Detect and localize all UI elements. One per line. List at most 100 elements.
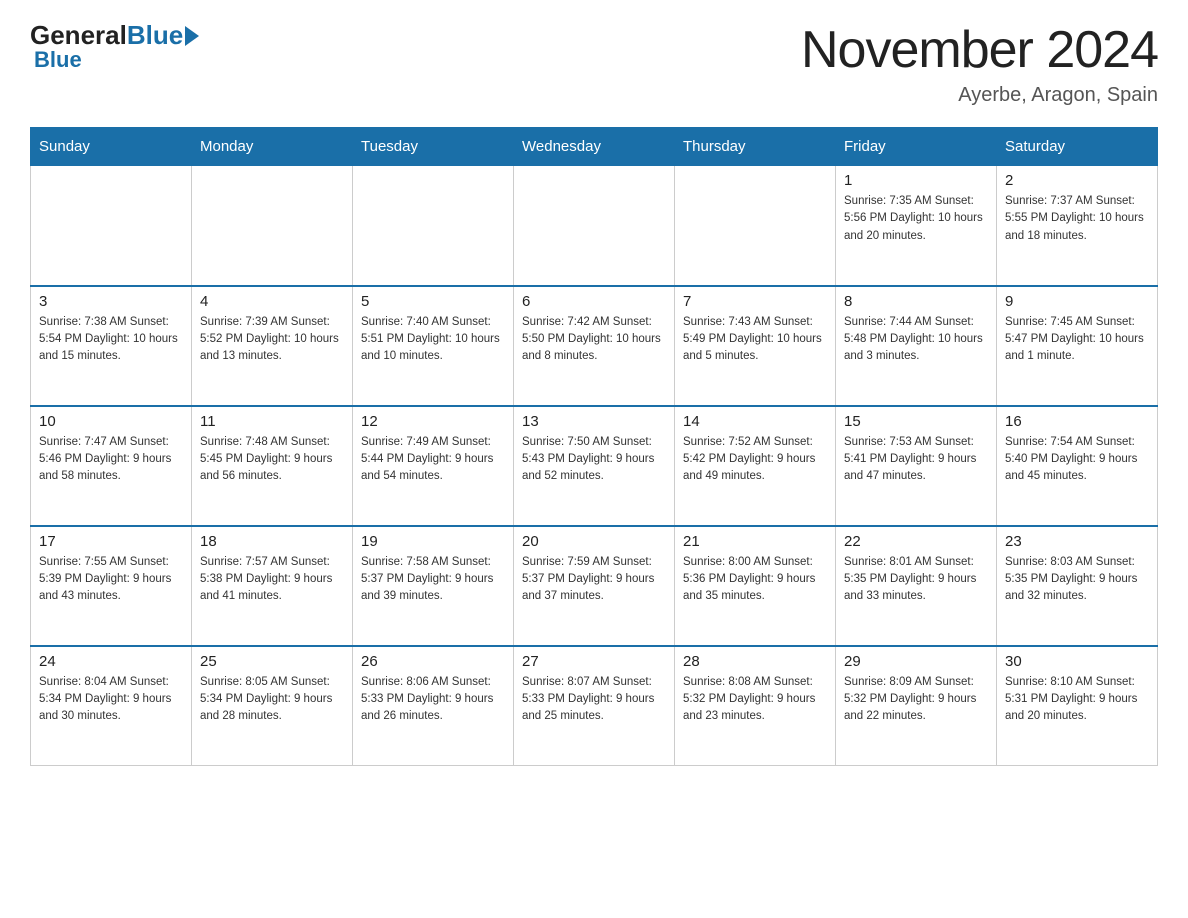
day-number: 3 (39, 293, 183, 310)
day-cell: 19 Sunrise: 7:58 AM Sunset: 5:37 PM Dayli… (353, 526, 514, 646)
day-cell: 15 Sunrise: 7:53 AM Sunset: 5:41 PM Dayli… (836, 406, 997, 526)
day-cell: 8Sunrise: 7:44 AM Sunset: 5:48 PM Daylig… (836, 286, 997, 406)
day-info: Sunrise: 8:00 AM Sunset: 5:36 PM Dayligh… (683, 554, 827, 606)
day-info: Sunrise: 7:53 AM Sunset: 5:41 PM Dayligh… (844, 434, 988, 486)
header-day-saturday: Saturday (997, 128, 1158, 166)
day-cell: 30Sunrise: 8:10 AM Sunset: 5:31 PM Dayli… (997, 646, 1158, 766)
day-info: Sunrise: 8:01 AM Sunset: 5:35 PM Dayligh… (844, 554, 988, 606)
day-info: Sunrise: 7:42 AM Sunset: 5:50 PM Dayligh… (522, 314, 666, 366)
day-info: Sunrise: 8:06 AM Sunset: 5:33 PM Dayligh… (361, 674, 505, 726)
header-day-tuesday: Tuesday (353, 128, 514, 166)
day-info: Sunrise: 8:10 AM Sunset: 5:31 PM Dayligh… (1005, 674, 1149, 726)
day-info: Sunrise: 8:07 AM Sunset: 5:33 PM Dayligh… (522, 674, 666, 726)
day-number: 26 (361, 653, 505, 670)
day-cell: 1 Sunrise: 7:35 AM Sunset: 5:56 PM Daylig… (836, 166, 997, 286)
day-info: Sunrise: 8:08 AM Sunset: 5:32 PM Dayligh… (683, 674, 827, 726)
title-block: November 2024 Ayerbe, Aragon, Spain (801, 20, 1158, 107)
day-info: Sunrise: 7:47 AM Sunset: 5:46 PM Dayligh… (39, 434, 183, 486)
header-day-monday: Monday (192, 128, 353, 166)
logo-arrow-icon (185, 26, 199, 46)
day-cell: 22 Sunrise: 8:01 AM Sunset: 5:35 PM Dayli… (836, 526, 997, 646)
day-info: Sunrise: 7:44 AM Sunset: 5:48 PM Dayligh… (844, 314, 988, 366)
week-row-3: 10 Sunrise: 7:47 AM Sunset: 5:46 PM Dayli… (31, 406, 1158, 526)
day-number: 7 (683, 293, 827, 310)
header-day-friday: Friday (836, 128, 997, 166)
week-row-4: 17 Sunrise: 7:55 AM Sunset: 5:39 PM Dayli… (31, 526, 1158, 646)
day-info: Sunrise: 7:37 AM Sunset: 5:55 PM Dayligh… (1005, 193, 1149, 245)
day-info: Sunrise: 7:55 AM Sunset: 5:39 PM Dayligh… (39, 554, 183, 606)
week-row-2: 3 Sunrise: 7:38 AM Sunset: 5:54 PM Daylig… (31, 286, 1158, 406)
day-cell: 26 Sunrise: 8:06 AM Sunset: 5:33 PM Dayli… (353, 646, 514, 766)
day-cell: 21Sunrise: 8:00 AM Sunset: 5:36 PM Dayli… (675, 526, 836, 646)
day-number: 2 (1005, 172, 1149, 189)
day-cell: 5Sunrise: 7:40 AM Sunset: 5:51 PM Daylig… (353, 286, 514, 406)
day-cell: 29Sunrise: 8:09 AM Sunset: 5:32 PM Dayli… (836, 646, 997, 766)
day-number: 23 (1005, 533, 1149, 550)
day-number: 18 (200, 533, 344, 550)
day-number: 4 (200, 293, 344, 310)
day-number: 19 (361, 533, 505, 550)
day-info: Sunrise: 7:38 AM Sunset: 5:54 PM Dayligh… (39, 314, 183, 366)
day-info: Sunrise: 7:39 AM Sunset: 5:52 PM Dayligh… (200, 314, 344, 366)
calendar-header: SundayMondayTuesdayWednesdayThursdayFrid… (31, 128, 1158, 166)
day-cell: 28Sunrise: 8:08 AM Sunset: 5:32 PM Dayli… (675, 646, 836, 766)
day-cell (192, 166, 353, 286)
day-info: Sunrise: 8:03 AM Sunset: 5:35 PM Dayligh… (1005, 554, 1149, 606)
day-cell: 6 Sunrise: 7:42 AM Sunset: 5:50 PM Daylig… (514, 286, 675, 406)
day-info: Sunrise: 7:48 AM Sunset: 5:45 PM Dayligh… (200, 434, 344, 486)
day-cell (31, 166, 192, 286)
day-number: 29 (844, 653, 988, 670)
day-info: Sunrise: 7:59 AM Sunset: 5:37 PM Dayligh… (522, 554, 666, 606)
day-cell: 16 Sunrise: 7:54 AM Sunset: 5:40 PM Dayli… (997, 406, 1158, 526)
day-cell: 17 Sunrise: 7:55 AM Sunset: 5:39 PM Dayli… (31, 526, 192, 646)
day-number: 12 (361, 413, 505, 430)
day-number: 6 (522, 293, 666, 310)
header-day-wednesday: Wednesday (514, 128, 675, 166)
day-number: 10 (39, 413, 183, 430)
header-row: SundayMondayTuesdayWednesdayThursdayFrid… (31, 128, 1158, 166)
header-day-thursday: Thursday (675, 128, 836, 166)
day-info: Sunrise: 7:49 AM Sunset: 5:44 PM Dayligh… (361, 434, 505, 486)
day-number: 14 (683, 413, 827, 430)
day-cell: 13 Sunrise: 7:50 AM Sunset: 5:43 PM Dayli… (514, 406, 675, 526)
day-info: Sunrise: 7:40 AM Sunset: 5:51 PM Dayligh… (361, 314, 505, 366)
day-info: Sunrise: 7:54 AM Sunset: 5:40 PM Dayligh… (1005, 434, 1149, 486)
day-number: 22 (844, 533, 988, 550)
day-number: 13 (522, 413, 666, 430)
logo-sub: Blue (34, 47, 82, 73)
day-info: Sunrise: 7:58 AM Sunset: 5:37 PM Dayligh… (361, 554, 505, 606)
calendar-title: November 2024 (801, 20, 1158, 80)
day-cell: 20 Sunrise: 7:59 AM Sunset: 5:37 PM Dayli… (514, 526, 675, 646)
day-cell (675, 166, 836, 286)
day-cell: 23 Sunrise: 8:03 AM Sunset: 5:35 PM Dayli… (997, 526, 1158, 646)
day-number: 9 (1005, 293, 1149, 310)
day-number: 15 (844, 413, 988, 430)
day-number: 25 (200, 653, 344, 670)
day-number: 17 (39, 533, 183, 550)
day-cell: 4 Sunrise: 7:39 AM Sunset: 5:52 PM Daylig… (192, 286, 353, 406)
day-info: Sunrise: 7:35 AM Sunset: 5:56 PM Dayligh… (844, 193, 988, 245)
day-cell: 10 Sunrise: 7:47 AM Sunset: 5:46 PM Dayli… (31, 406, 192, 526)
day-number: 20 (522, 533, 666, 550)
logo-blue-text: Blue (127, 20, 183, 51)
day-info: Sunrise: 8:04 AM Sunset: 5:34 PM Dayligh… (39, 674, 183, 726)
day-cell: 12 Sunrise: 7:49 AM Sunset: 5:44 PM Dayli… (353, 406, 514, 526)
day-number: 24 (39, 653, 183, 670)
day-number: 16 (1005, 413, 1149, 430)
day-cell: 9 Sunrise: 7:45 AM Sunset: 5:47 PM Daylig… (997, 286, 1158, 406)
day-info: Sunrise: 7:52 AM Sunset: 5:42 PM Dayligh… (683, 434, 827, 486)
day-cell: 14 Sunrise: 7:52 AM Sunset: 5:42 PM Dayli… (675, 406, 836, 526)
calendar-table: SundayMondayTuesdayWednesdayThursdayFrid… (30, 127, 1158, 766)
week-row-5: 24 Sunrise: 8:04 AM Sunset: 5:34 PM Dayli… (31, 646, 1158, 766)
day-cell (514, 166, 675, 286)
day-cell: 7 Sunrise: 7:43 AM Sunset: 5:49 PM Daylig… (675, 286, 836, 406)
day-info: Sunrise: 7:43 AM Sunset: 5:49 PM Dayligh… (683, 314, 827, 366)
day-number: 1 (844, 172, 988, 189)
day-cell (353, 166, 514, 286)
day-info: Sunrise: 7:45 AM Sunset: 5:47 PM Dayligh… (1005, 314, 1149, 366)
day-cell: 3 Sunrise: 7:38 AM Sunset: 5:54 PM Daylig… (31, 286, 192, 406)
day-info: Sunrise: 7:50 AM Sunset: 5:43 PM Dayligh… (522, 434, 666, 486)
week-row-1: 1 Sunrise: 7:35 AM Sunset: 5:56 PM Daylig… (31, 166, 1158, 286)
day-number: 11 (200, 413, 344, 430)
day-cell: 24 Sunrise: 8:04 AM Sunset: 5:34 PM Dayli… (31, 646, 192, 766)
